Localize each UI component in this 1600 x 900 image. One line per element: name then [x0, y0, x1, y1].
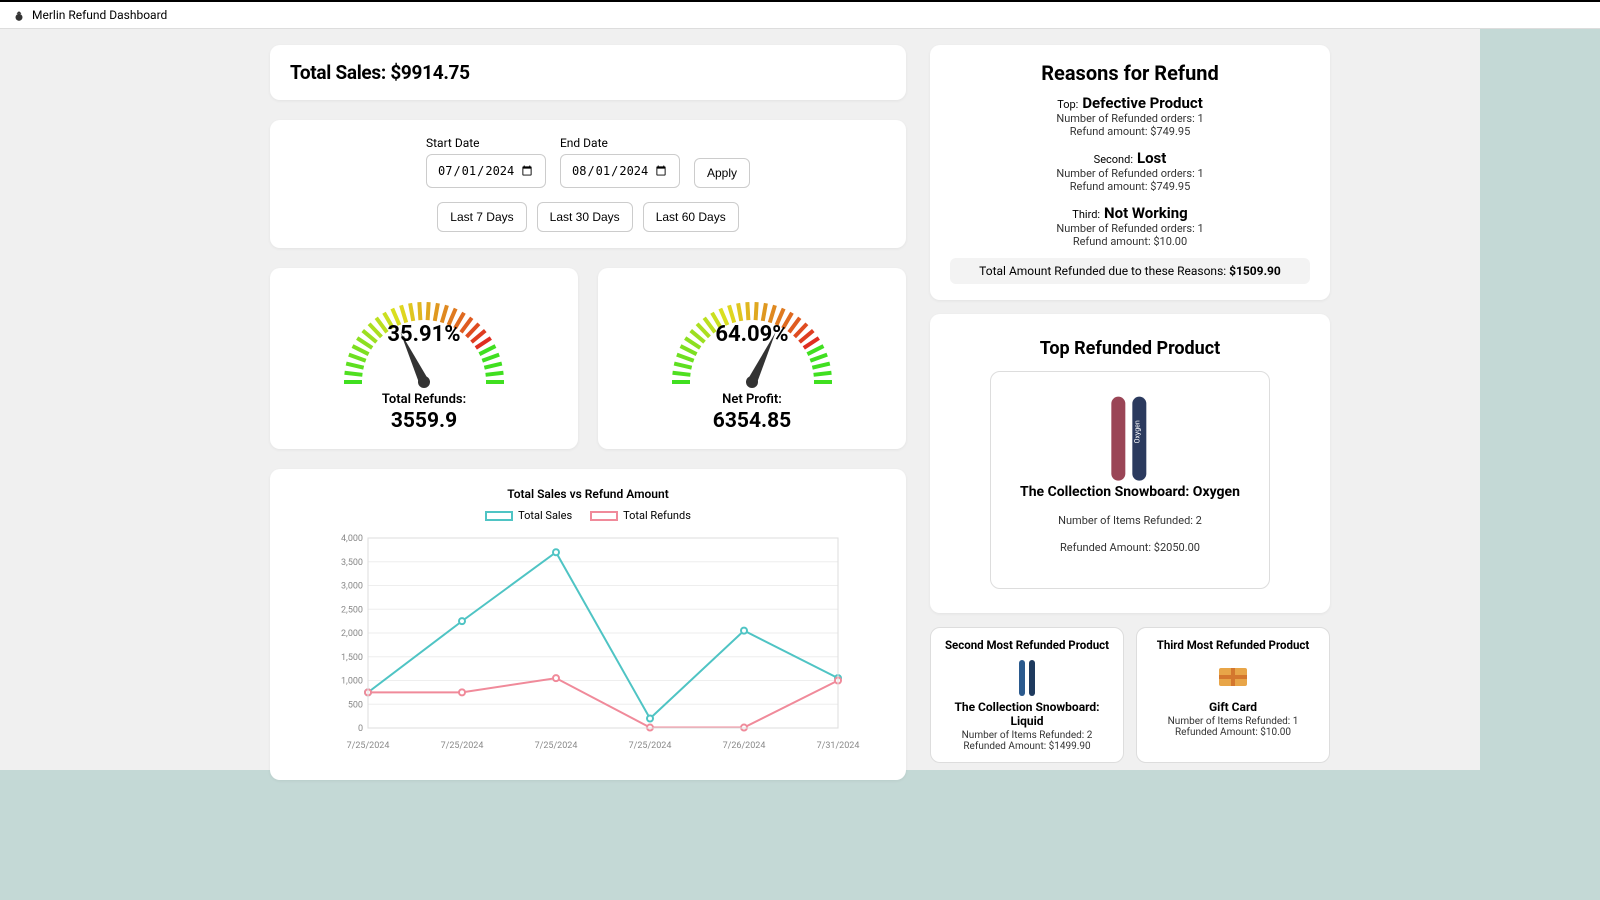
chart-title: Total Sales vs Refund Amount [288, 487, 888, 501]
svg-text:1,500: 1,500 [341, 653, 363, 663]
top-product-title: Top Refunded Product [954, 338, 1306, 359]
line-chart-card: Total Sales vs Refund Amount Total Sales… [270, 469, 906, 780]
legend-item[interactable]: Total Sales [485, 509, 572, 522]
svg-text:7/25/2024: 7/25/2024 [535, 741, 578, 751]
profit-gauge-label: Net Profit: [608, 392, 896, 407]
svg-text:0: 0 [358, 724, 363, 734]
second-product-amount: Refunded Amount: $1499.90 [941, 741, 1113, 752]
legend-item[interactable]: Total Refunds [590, 509, 691, 522]
top-product-section: Top Refunded Product Oxygen The Collecti… [930, 314, 1330, 613]
reason1-rank: Top: [1057, 98, 1078, 111]
reason2-amount: Refund amount: $749.95 [950, 180, 1310, 193]
snowboard-icon [1007, 658, 1047, 694]
reasons-card: Reasons for Refund Top: Defective Produc… [930, 45, 1330, 300]
start-date-label: Start Date [426, 136, 546, 150]
total-sales-value: Total Sales: $9914.75 [290, 61, 886, 84]
reason2-orders: Number of Refunded orders: 1 [950, 167, 1310, 180]
app-logo-icon [12, 8, 26, 22]
reasons-total-label: Total Amount Refunded due to these Reaso… [979, 264, 1229, 278]
last-60-days-button[interactable]: Last 60 Days [643, 202, 739, 232]
svg-text:7/25/2024: 7/25/2024 [347, 741, 390, 751]
reason3-amount: Refund amount: $10.00 [950, 235, 1310, 248]
refunds-gauge-pct: 35.91% [280, 322, 568, 347]
top-product-amount: Refunded Amount: $2050.00 [1011, 541, 1249, 554]
svg-text:1,000: 1,000 [341, 677, 363, 687]
reason1-name: Defective Product [1082, 94, 1202, 112]
top-product-items: Number of Items Refunded: 2 [1011, 514, 1249, 527]
svg-text:3,000: 3,000 [341, 582, 363, 592]
end-date-label: End Date [560, 136, 680, 150]
last-30-days-button[interactable]: Last 30 Days [537, 202, 633, 232]
start-date-input[interactable] [426, 154, 546, 188]
svg-text:500: 500 [348, 700, 363, 710]
second-product-name: The Collection Snowboard: Liquid [941, 700, 1113, 728]
reason2-name: Lost [1137, 149, 1166, 167]
apply-button[interactable]: Apply [694, 158, 750, 188]
third-product-name: Gift Card [1147, 700, 1319, 714]
end-date-input[interactable] [560, 154, 680, 188]
second-product-items: Number of Items Refunded: 2 [941, 730, 1113, 741]
reasons-total-value: $1509.90 [1229, 264, 1281, 278]
second-product-title: Second Most Refunded Product [941, 638, 1113, 652]
reason1-amount: Refund amount: $749.95 [950, 125, 1310, 138]
reasons-total: Total Amount Refunded due to these Reaso… [950, 258, 1310, 284]
reason3-orders: Number of Refunded orders: 1 [950, 222, 1310, 235]
svg-text:7/26/2024: 7/26/2024 [723, 741, 766, 751]
refunds-gauge-card: 35.91% Total Refunds: 3559.9 [270, 268, 578, 449]
reason3-name: Not Working [1104, 204, 1188, 222]
svg-text:7/31/2024: 7/31/2024 [817, 741, 860, 751]
reason3-rank: Third: [1072, 208, 1100, 221]
snowboard-icon: Oxygen [1095, 392, 1165, 472]
line-chart: 0 500 1,000 1,500 2,000 2,500 3,000 3,500 4,000 7… [288, 528, 888, 758]
svg-text:3,500: 3,500 [341, 558, 363, 568]
third-product-card: Third Most Refunded Product Gift Card Nu… [1136, 627, 1330, 763]
chart-legend: Total Sales Total Refunds [288, 509, 888, 522]
refunds-gauge-label: Total Refunds: [280, 392, 568, 407]
total-sales-card: Total Sales: $9914.75 [270, 45, 906, 100]
reason1-orders: Number of Refunded orders: 1 [950, 112, 1310, 125]
profit-gauge-card: 64.09% Net Profit: 6354.85 [598, 268, 906, 449]
app-topbar: Merlin Refund Dashboard [0, 0, 1600, 29]
profit-gauge-value: 6354.85 [608, 409, 896, 433]
svg-text:2,000: 2,000 [341, 629, 363, 639]
svg-text:Oxygen: Oxygen [1133, 420, 1141, 443]
date-filter-card: Start Date End Date Apply Last 7 Days La… [270, 120, 906, 248]
third-product-amount: Refunded Amount: $10.00 [1147, 727, 1319, 738]
last-7-days-button[interactable]: Last 7 Days [437, 202, 526, 232]
profit-gauge-pct: 64.09% [608, 322, 896, 347]
top-product-name: The Collection Snowboard: Oxygen [1011, 484, 1249, 500]
gift-card-icon [1213, 658, 1253, 694]
svg-text:4,000: 4,000 [341, 534, 363, 544]
svg-text:7/25/2024: 7/25/2024 [441, 741, 484, 751]
app-title: Merlin Refund Dashboard [32, 8, 167, 22]
second-product-card: Second Most Refunded Product The Collect… [930, 627, 1124, 763]
svg-text:2,500: 2,500 [341, 605, 363, 615]
svg-text:7/25/2024: 7/25/2024 [629, 741, 672, 751]
reason2-rank: Second: [1094, 153, 1133, 166]
refunds-gauge-value: 3559.9 [280, 409, 568, 433]
third-product-items: Number of Items Refunded: 1 [1147, 716, 1319, 727]
reasons-title: Reasons for Refund [950, 61, 1310, 85]
third-product-title: Third Most Refunded Product [1147, 638, 1319, 652]
